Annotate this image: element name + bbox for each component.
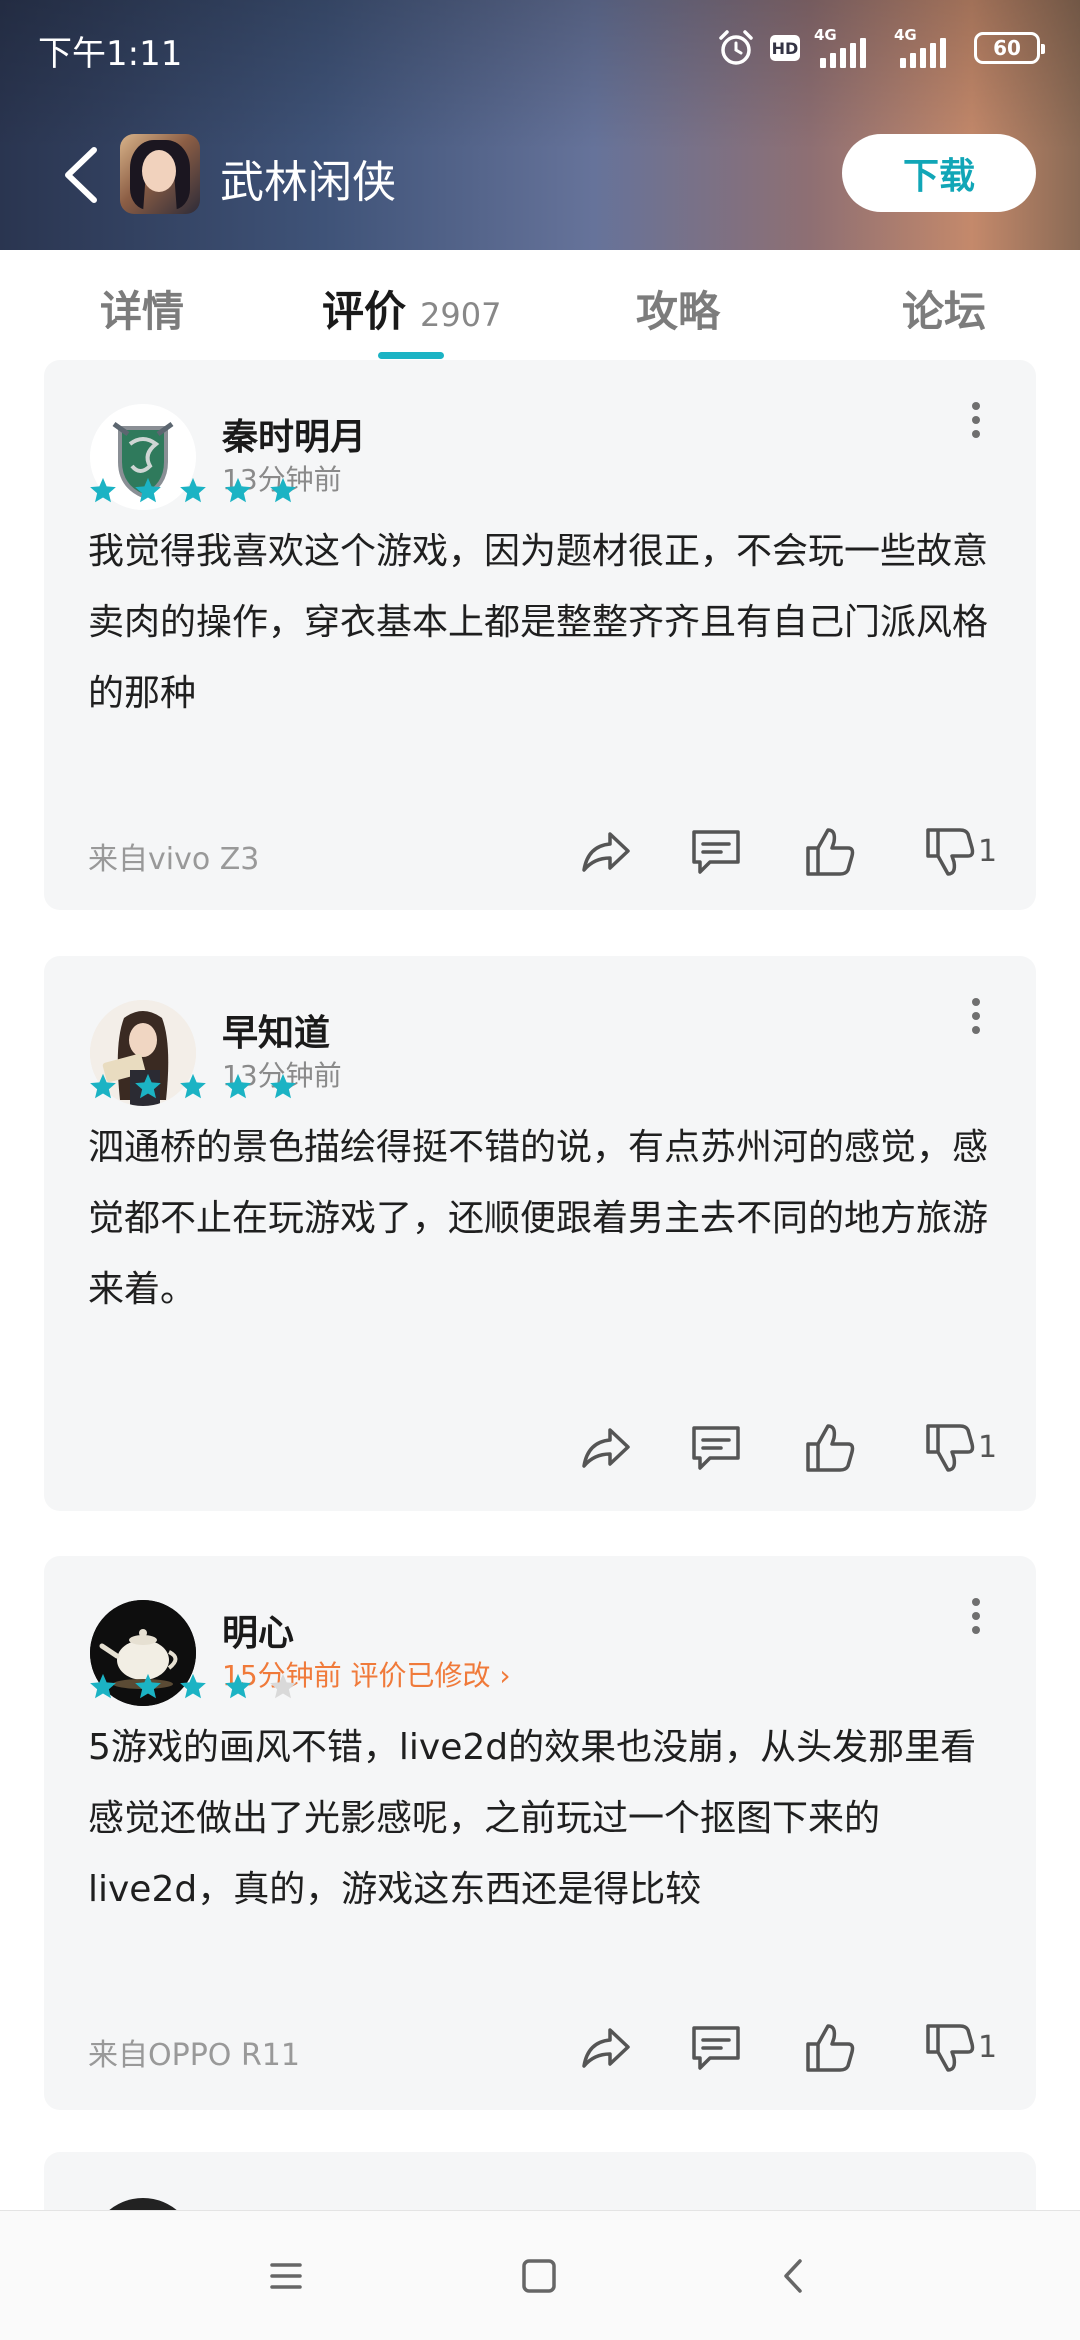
more-vertical-icon[interactable] <box>956 396 996 456</box>
tab-bar: 详情 评价 2907 攻略 论坛 <box>0 250 1080 362</box>
star-filled-icon <box>225 1073 251 1099</box>
app-icon <box>120 134 200 214</box>
status-time: 下午1:11 <box>38 34 183 74</box>
system-nav-bar <box>0 2210 1080 2340</box>
thumbs-up-icon[interactable] <box>800 2018 860 2078</box>
status-bar: 下午1:11 HD 4G 4G 60 <box>0 0 1080 96</box>
app-title: 武林闲侠 <box>220 157 396 208</box>
review-device: 来自vivo Z3 <box>88 842 260 877</box>
back-triangle-icon[interactable] <box>762 2251 822 2301</box>
comment-icon[interactable] <box>686 1418 746 1478</box>
tab-indicator <box>378 352 444 359</box>
review-username[interactable]: 明心 <box>222 1604 294 1656</box>
star-filled-icon <box>135 1673 161 1699</box>
battery-level: 60 <box>993 36 1021 60</box>
review-card: 早知道 13分钟前 泗通桥的景色描绘得挺不错的说，有点苏州河的感觉，感觉都不止在… <box>44 956 1036 1511</box>
star-filled-icon <box>270 477 296 503</box>
tab-reviews[interactable]: 评价 2907 <box>322 278 501 339</box>
review-card: 明心 15分钟前 评价已修改 › 5游戏的画风不错，live2d的效果也没崩，从… <box>44 1556 1036 2110</box>
alarm-icon <box>719 30 753 65</box>
star-filled-icon <box>135 477 161 503</box>
star-filled-icon <box>225 1673 251 1699</box>
rating-stars <box>88 476 298 506</box>
dislike-count: 1 <box>978 1430 998 1465</box>
chevron-left-icon[interactable] <box>52 142 112 208</box>
review-content: 泗通桥的景色描绘得挺不错的说，有点苏州河的感觉，感觉都不止在玩游戏了，还顺便跟着… <box>88 1127 989 1310</box>
thumbs-down-icon[interactable] <box>920 2018 980 2078</box>
star-filled-icon <box>180 1073 206 1099</box>
more-vertical-icon[interactable] <box>956 1592 996 1652</box>
rating-stars <box>88 1072 298 1102</box>
review-device: 来自OPPO R11 <box>88 2038 300 2073</box>
star-filled-icon <box>90 1673 116 1699</box>
battery-icon: 60 <box>974 32 1045 64</box>
star-filled-icon <box>135 1073 161 1099</box>
share-icon[interactable] <box>574 822 634 882</box>
thumbs-down-icon[interactable] <box>920 1418 980 1478</box>
star-empty-icon <box>270 1673 296 1699</box>
tab-forum[interactable]: 论坛 <box>902 278 986 339</box>
rating-stars <box>88 1672 298 1702</box>
hd-badge: HD <box>770 35 800 61</box>
review-username[interactable]: 秦时明月 <box>222 408 366 460</box>
comment-icon[interactable] <box>686 822 746 882</box>
star-filled-icon <box>90 1073 116 1099</box>
review-content: 我觉得我喜欢这个游戏，因为题材很正，不会玩一些故意卖肉的操作，穿衣基本上都是整整… <box>88 531 989 714</box>
share-icon[interactable] <box>574 1418 634 1478</box>
star-filled-icon <box>180 1673 206 1699</box>
tab-guides[interactable]: 攻略 <box>636 278 720 339</box>
app-header: 下午1:11 HD 4G 4G 60 武林闲侠 下载 <box>0 0 1080 250</box>
review-card: 秦时明月 13分钟前 我觉得我喜欢这个游戏，因为题材很正，不会玩一些故意卖肉的操… <box>44 360 1036 910</box>
thumbs-up-icon[interactable] <box>800 1418 860 1478</box>
review-content: 5游戏的画风不错，live2d的效果也没崩，从头发那里看感觉还做出了光影感呢，之… <box>88 1727 977 1910</box>
review-username[interactable]: 早知道 <box>222 1004 330 1056</box>
comment-icon[interactable] <box>686 2018 746 2078</box>
share-icon[interactable] <box>574 2018 634 2078</box>
star-filled-icon <box>225 477 251 503</box>
status-icons: HD 4G 4G 60 <box>716 26 1045 70</box>
star-filled-icon <box>90 477 116 503</box>
star-filled-icon <box>180 477 206 503</box>
review-count: 2907 <box>420 296 502 334</box>
signal-2-icon: 4G <box>894 26 960 70</box>
tab-reviews-label: 评价 <box>322 287 407 336</box>
home-square-icon[interactable] <box>508 2251 568 2301</box>
signal-1-icon: 4G <box>814 26 880 70</box>
menu-icon[interactable] <box>256 2251 316 2301</box>
download-button[interactable]: 下载 <box>842 134 1036 212</box>
more-vertical-icon[interactable] <box>956 992 996 1052</box>
app-bar: 武林闲侠 下载 <box>0 120 1080 230</box>
dislike-count: 1 <box>978 2030 998 2065</box>
thumbs-up-icon[interactable] <box>800 822 860 882</box>
dislike-count: 1 <box>978 834 998 869</box>
star-filled-icon <box>270 1073 296 1099</box>
tab-details[interactable]: 详情 <box>100 278 184 339</box>
thumbs-down-icon[interactable] <box>920 822 980 882</box>
